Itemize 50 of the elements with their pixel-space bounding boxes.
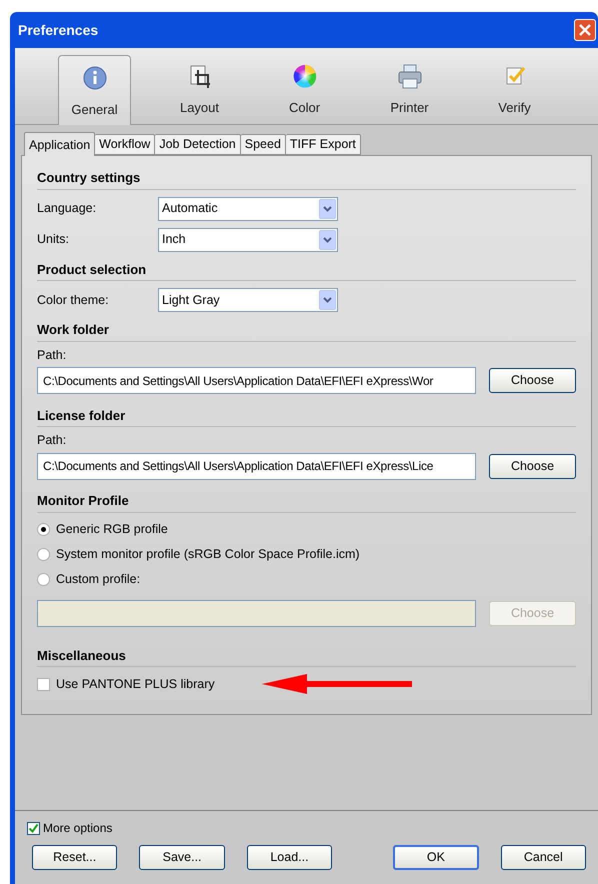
- category-tab[interactable]: Layout: [163, 54, 236, 124]
- chevron-down-icon: [323, 206, 332, 212]
- radio-button[interactable]: [37, 522, 50, 536]
- dropdown[interactable]: Inch: [158, 228, 338, 252]
- close-button[interactable]: [574, 19, 596, 41]
- path-field[interactable]: C:\Documents and Settings\All Users\Application Data\EFI\EFI eXpress\Lice: [37, 452, 476, 480]
- checkbox-label: Use PANTONE PLUS library: [56, 676, 215, 693]
- field-label: Language:: [37, 200, 98, 218]
- section-heading: Product selection: [37, 260, 576, 281]
- choose-button[interactable]: Choose: [488, 368, 576, 393]
- field-label: Path:: [37, 346, 68, 364]
- section-heading: License folder: [37, 406, 576, 427]
- field-label: Units:: [37, 231, 70, 248]
- category-tab[interactable]: Verify: [478, 54, 551, 124]
- dropdown[interactable]: Light Gray: [158, 288, 338, 312]
- checkbox[interactable]: [37, 678, 50, 690]
- tab[interactable]: Speed: [240, 134, 286, 155]
- radio-button[interactable]: [37, 572, 50, 586]
- category-tab[interactable]: General: [58, 55, 131, 125]
- chevron-down-icon: [323, 236, 332, 242]
- window-title: Preferences: [18, 20, 98, 40]
- radio-label: Generic RGB profile: [56, 520, 168, 538]
- checkbox[interactable]: [27, 822, 40, 834]
- check-icon: [28, 822, 39, 834]
- tab[interactable]: Application: [24, 132, 96, 156]
- radio-label: Custom profile:: [56, 570, 140, 588]
- section-heading: Miscellaneous: [37, 646, 576, 667]
- radio-button[interactable]: [37, 548, 50, 560]
- section-heading: Work folder: [37, 320, 576, 342]
- dialog-button[interactable]: Save...: [139, 845, 225, 870]
- choose-button[interactable]: Choose: [488, 454, 576, 478]
- close-icon: [579, 24, 591, 36]
- category-tab[interactable]: Color: [268, 54, 341, 124]
- dropdown[interactable]: Automatic: [158, 196, 338, 220]
- tab[interactable]: Job Detection: [155, 134, 241, 155]
- field-label: Color theme:: [37, 292, 110, 309]
- path-field[interactable]: C:\Documents and Settings\All Users\Application Data\EFI\EFI eXpress\Wor: [37, 367, 476, 394]
- section-heading: Monitor Profile: [37, 491, 576, 512]
- field-label: Path:: [37, 432, 68, 449]
- ok-button[interactable]: OK: [393, 845, 479, 870]
- checkbox-label: More options: [43, 820, 112, 837]
- dialog-button[interactable]: Load...: [246, 845, 332, 870]
- section-heading: Country settings: [37, 168, 576, 190]
- radio-label: System monitor profile (sRGB Color Space Profile.icm): [56, 546, 360, 563]
- chevron-down-icon: [323, 297, 332, 303]
- dialog-button[interactable]: Reset...: [32, 845, 118, 870]
- category-tab[interactable]: Printer: [373, 54, 446, 124]
- tab[interactable]: TIFF Export: [286, 134, 361, 155]
- tab[interactable]: Workflow: [95, 134, 156, 155]
- dialog-button[interactable]: Cancel: [500, 845, 586, 870]
